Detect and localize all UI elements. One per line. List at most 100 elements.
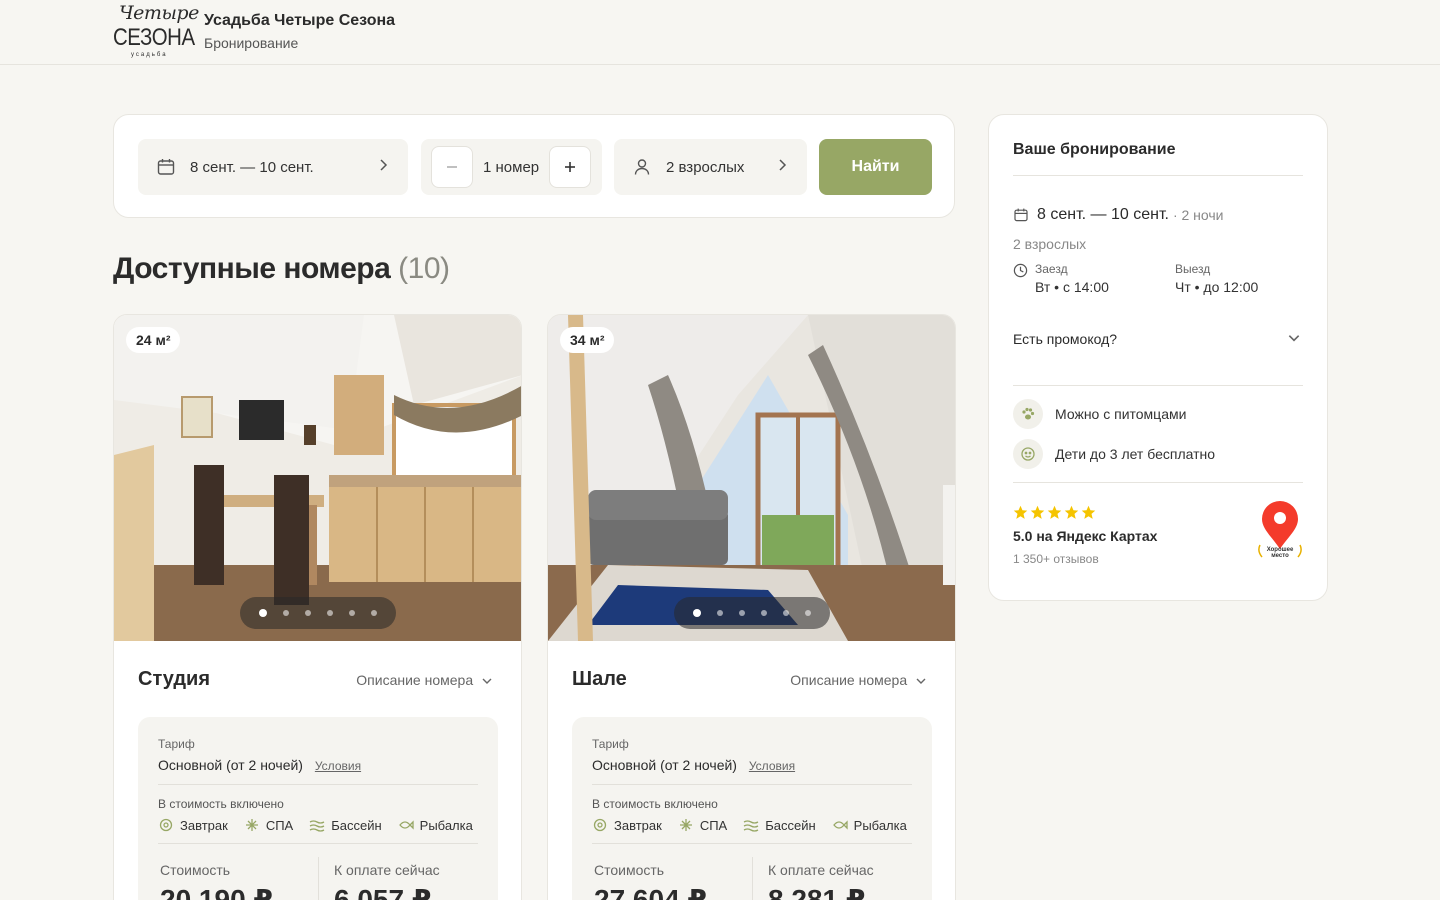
room-description-toggle[interactable]: Описание номера	[790, 672, 927, 688]
area-badge: 34 м²	[560, 327, 615, 353]
find-button[interactable]: Найти	[819, 139, 932, 195]
divider	[158, 843, 478, 844]
amenity-label: Завтрак	[614, 817, 662, 833]
spa-icon	[245, 819, 258, 831]
brand-title: Усадьба Четыре Сезона	[204, 12, 396, 29]
room-card: 24 м² Студия Описание номера Тариф Основ…	[113, 314, 522, 900]
photo-pager	[240, 597, 396, 629]
feature-kids: Дети до 3 лет бесплатно	[1013, 439, 1215, 469]
amenity-spa: СПА	[678, 817, 727, 833]
tariff-name: Основной (от 2 ночей) Условия	[158, 757, 361, 773]
room-photo[interactable]: 24 м²	[114, 315, 521, 641]
pager-dot[interactable]	[761, 610, 767, 616]
booking-date-range: 8 сент. — 10 сент.	[1037, 206, 1169, 223]
terms-link[interactable]: Условия	[749, 759, 795, 773]
smile-icon	[1013, 439, 1043, 469]
booking-nights: · 2 ночи	[1172, 207, 1224, 223]
rating-text[interactable]: 5.0 на Яндекс Картах	[1013, 528, 1157, 544]
amenity-pool: Бассейн	[309, 817, 382, 833]
decrease-rooms-button[interactable]	[431, 146, 473, 188]
guests-picker[interactable]: 2 взрослых	[614, 139, 807, 195]
calendar-icon	[156, 157, 176, 177]
logo-caps: СЕЗОНА	[113, 24, 195, 51]
tariff-block: Тариф Основной (от 2 ночей) Условия В ст…	[138, 717, 498, 900]
total-price: 27 604 ₽	[594, 884, 707, 900]
amenity-label: Рыбалка	[853, 817, 907, 833]
tariff-name: Основной (от 2 ночей) Условия	[592, 757, 795, 773]
chevron-right-icon	[376, 158, 390, 177]
booking-summary: Ваше бронирование 8 сент. — 10 сент. · 2…	[988, 114, 1328, 601]
pager-dot[interactable]	[693, 609, 701, 617]
amenity-spa: СПА	[244, 817, 293, 833]
room-card: 34 м² Шале Описание номера Тариф Основно…	[547, 314, 956, 900]
chevron-down-icon[interactable]	[1287, 331, 1301, 348]
section-title: Доступные номера (10)	[113, 252, 450, 286]
amenity-breakfast: Завтрак	[592, 817, 662, 833]
included-label: В стоимость включено	[592, 797, 718, 811]
amenity-label: Завтрак	[180, 817, 228, 833]
pager-dot[interactable]	[349, 610, 355, 616]
amenity-label: Бассейн	[765, 817, 816, 833]
room-stepper: 1 номер	[421, 139, 602, 195]
terms-link[interactable]: Условия	[315, 759, 361, 773]
amenity-label: СПА	[265, 817, 294, 833]
photo-pager	[674, 597, 830, 629]
calendar-icon	[1014, 208, 1028, 222]
search-panel: 8 сент. — 10 сент. 1 номер 2 взрослых На…	[113, 114, 955, 218]
tariff-block: Тариф Основной (от 2 ночей) Условия В ст…	[572, 717, 932, 900]
star-icon	[1064, 505, 1079, 519]
room-photo[interactable]: 34 м²	[548, 315, 955, 641]
divider	[1013, 482, 1303, 483]
chevron-down-icon	[916, 678, 926, 685]
tariff-name-text: Основной (от 2 ночей)	[158, 757, 303, 773]
room-name: Студия	[138, 668, 211, 690]
room-name: Шале	[572, 668, 627, 690]
studio-photo-illustration	[114, 315, 521, 641]
room-description-toggle[interactable]: Описание номера	[356, 672, 493, 688]
cost-label: Стоимость	[594, 862, 665, 878]
pager-dot[interactable]	[805, 610, 811, 616]
checkout-value: Чт • до 12:00	[1175, 279, 1259, 295]
amenity-label: СПА	[699, 817, 728, 833]
fish-icon	[398, 820, 414, 830]
amenities-list: Завтрак СПА Бассейн Рыбалка	[158, 817, 473, 833]
pager-dot[interactable]	[305, 610, 311, 616]
amenities-list: Завтрак СПА Бассейн Рыбалка	[592, 817, 907, 833]
pager-dot[interactable]	[327, 610, 333, 616]
guests-value: 2 взрослых	[666, 158, 745, 176]
logo[interactable]: Четыре СЕЗОНА усадьба	[113, 2, 199, 60]
chevron-down-icon	[482, 678, 492, 685]
divider	[592, 784, 912, 785]
promo-toggle[interactable]: Есть промокод?	[1013, 331, 1117, 347]
breakfast-icon	[593, 818, 607, 832]
chalet-photo-illustration	[548, 315, 955, 641]
checkin-value: Вт • с 14:00	[1035, 279, 1109, 295]
logo-script: Четыре	[119, 2, 199, 24]
header: Четыре СЕЗОНА усадьба Усадьба Четыре Сез…	[0, 0, 1440, 65]
pager-dot[interactable]	[739, 610, 745, 616]
pager-dot[interactable]	[783, 610, 789, 616]
tariff-name-text: Основной (от 2 ночей)	[592, 757, 737, 773]
pager-dot[interactable]	[717, 610, 723, 616]
amenity-label: Рыбалка	[419, 817, 473, 833]
star-icon	[1030, 505, 1045, 519]
pager-dot[interactable]	[283, 610, 289, 616]
section-title-text: Доступные номера	[113, 252, 391, 285]
divider	[158, 784, 478, 785]
pay-now-price: 8 281 ₽	[768, 884, 866, 900]
included-label: В стоимость включено	[158, 797, 284, 811]
date-picker[interactable]: 8 сент. — 10 сент.	[138, 139, 408, 195]
area-badge: 24 м²	[126, 327, 181, 353]
increase-rooms-button[interactable]	[549, 146, 592, 188]
room-description-label: Описание номера	[790, 672, 908, 688]
divider	[1013, 175, 1303, 176]
tariff-label: Тариф	[592, 737, 629, 751]
pager-dot[interactable]	[371, 610, 377, 616]
breakfast-icon	[159, 818, 173, 832]
divider	[592, 843, 912, 844]
amenity-fishing: Рыбалка	[832, 817, 907, 833]
pool-icon	[309, 820, 325, 832]
star-icon	[1013, 505, 1028, 519]
pager-dot[interactable]	[259, 609, 267, 617]
rating-stars	[1013, 505, 1096, 520]
